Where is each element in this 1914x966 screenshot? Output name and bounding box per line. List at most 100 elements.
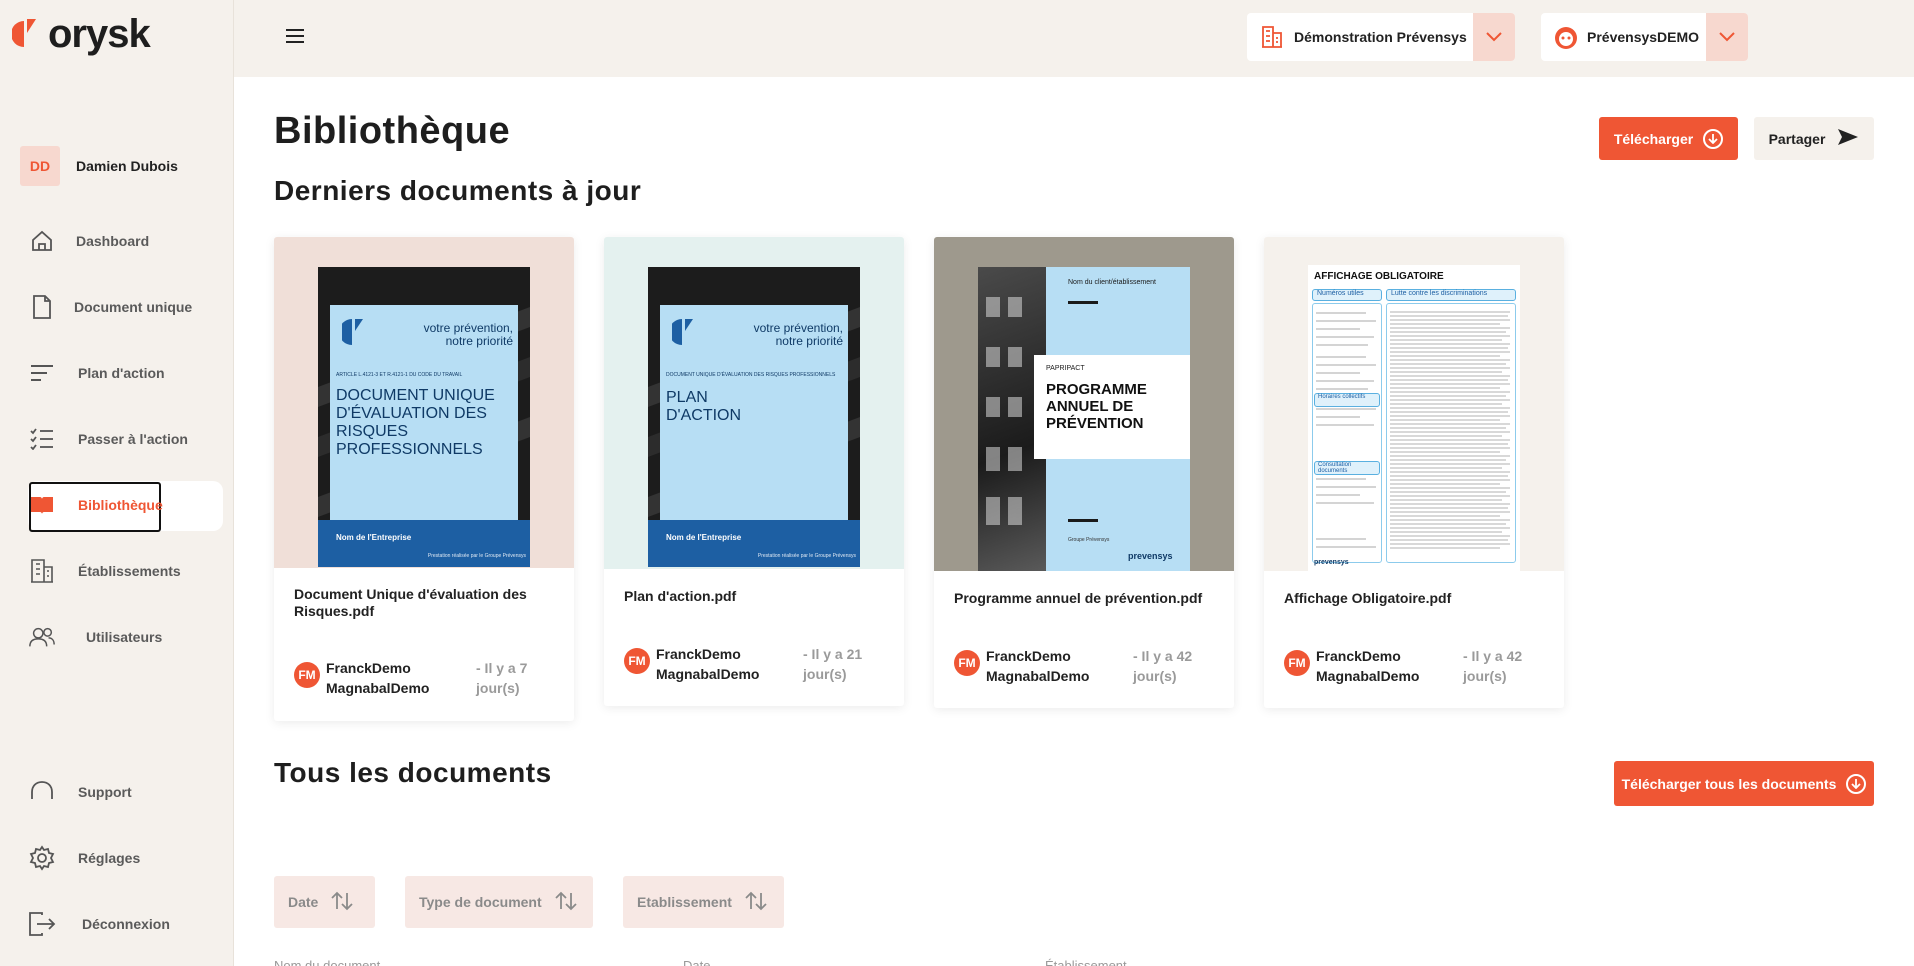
document-name[interactable]: Document Unique d'évaluation des Risques… bbox=[294, 586, 554, 620]
document-author: FM FranckDemo MagnabalDemo bbox=[624, 644, 796, 684]
download-icon bbox=[1846, 773, 1867, 794]
avatar: DD bbox=[20, 146, 60, 186]
filter-type-document[interactable]: Type de document bbox=[405, 876, 593, 928]
author-name: FranckDemo MagnabalDemo bbox=[326, 660, 430, 696]
filter-label: Date bbox=[288, 894, 319, 910]
chevron-down-icon[interactable] bbox=[1473, 13, 1515, 61]
sidebar-item-etablissements[interactable]: Établissements bbox=[28, 547, 224, 595]
cover-box-label: Horaires collectifs bbox=[1314, 393, 1380, 407]
author-avatar: FM bbox=[954, 650, 980, 676]
page-title: Bibliothèque bbox=[274, 110, 511, 152]
document-name[interactable]: Programme annuel de prévention.pdf bbox=[954, 590, 1214, 607]
building-icon bbox=[1261, 25, 1283, 54]
organization-name: Démonstration Prévensys bbox=[1294, 29, 1467, 45]
recent-documents-title: Derniers documents à jour bbox=[274, 175, 642, 206]
sidebar: orysk DD Damien Dubois Dashboard Documen… bbox=[0, 0, 234, 966]
cover-title: DOCUMENT UNIQUE D'ÉVALUATION DES RISQUES… bbox=[336, 387, 495, 458]
sidebar-item-reglages[interactable]: Réglages bbox=[28, 834, 224, 882]
cover-tagline: votre prévention, notre priorité bbox=[423, 321, 513, 348]
author-avatar: FM bbox=[624, 648, 650, 674]
sidebar-item-plan-action[interactable]: Plan d'action bbox=[28, 349, 224, 397]
cover-title: AFFICHAGE OBLIGATOIRE bbox=[1314, 271, 1444, 282]
current-user[interactable]: DD Damien Dubois bbox=[20, 146, 178, 186]
share-button[interactable]: Partager bbox=[1754, 117, 1874, 160]
document-author: FM FranckDemo MagnabalDemo bbox=[294, 658, 466, 698]
gear-icon bbox=[28, 844, 56, 872]
document-age: - Il y a 42 jour(s) bbox=[1133, 648, 1193, 684]
brand-logo[interactable]: orysk bbox=[12, 12, 151, 56]
sidebar-item-deconnexion[interactable]: Déconnexion bbox=[28, 900, 224, 948]
headset-icon bbox=[28, 778, 56, 806]
account-name: PrévensysDEMO bbox=[1587, 29, 1700, 45]
all-documents-title: Tous les documents bbox=[274, 757, 552, 788]
organization-selector[interactable]: Démonstration Prévensys bbox=[1247, 13, 1515, 61]
user-name: Damien Dubois bbox=[76, 158, 178, 174]
document-card[interactable]: votre prévention, notre priorité ARTICLE… bbox=[274, 237, 574, 721]
menu-toggle-icon[interactable] bbox=[286, 29, 304, 43]
send-icon bbox=[1837, 128, 1859, 149]
account-selector[interactable]: PrévensysDEMO bbox=[1541, 13, 1748, 61]
logo-mark-icon bbox=[12, 19, 36, 47]
book-open-icon bbox=[28, 491, 56, 519]
sidebar-item-label: Déconnexion bbox=[82, 916, 170, 932]
sidebar-item-dashboard[interactable]: Dashboard bbox=[28, 217, 224, 265]
home-icon bbox=[28, 227, 56, 255]
column-header-name[interactable]: Nom du document bbox=[274, 958, 380, 966]
sort-icon bbox=[330, 891, 354, 914]
chevron-down-icon[interactable] bbox=[1706, 13, 1748, 61]
author-name: FranckDemo MagnabalDemo bbox=[1316, 648, 1420, 684]
checklist-icon bbox=[28, 425, 56, 453]
document-name[interactable]: Plan d'action.pdf bbox=[624, 588, 884, 605]
brand-name: orysk bbox=[48, 12, 151, 56]
sidebar-item-support[interactable]: Support bbox=[28, 768, 224, 816]
download-label: Télécharger bbox=[1613, 130, 1694, 147]
document-thumbnail: votre prévention, notre priorité ARTICLE… bbox=[274, 237, 574, 568]
document-age: - Il y a 42 jour(s) bbox=[1463, 648, 1523, 684]
logout-icon bbox=[28, 910, 56, 938]
sidebar-item-bibliotheque[interactable]: Bibliothèque bbox=[28, 481, 224, 529]
document-card[interactable]: votre prévention, notre priorité DOCUMEN… bbox=[604, 237, 904, 706]
cover-title: PROGRAMME ANNUEL DE PRÉVENTION bbox=[1046, 381, 1147, 432]
document-thumbnail: AFFICHAGE OBLIGATOIRE Numéros utiles Lut… bbox=[1264, 237, 1564, 571]
cover-tagline: votre prévention, notre priorité bbox=[753, 321, 843, 348]
filter-etablissement[interactable]: Etablissement bbox=[623, 876, 784, 928]
filter-date[interactable]: Date bbox=[274, 876, 375, 928]
sidebar-item-label: Passer à l'action bbox=[78, 431, 188, 447]
download-button[interactable]: Télécharger bbox=[1599, 117, 1738, 160]
cover-image: Nom du client/établissement PAPRIPACT PR… bbox=[978, 267, 1190, 571]
document-card[interactable]: Nom du client/établissement PAPRIPACT PR… bbox=[934, 237, 1234, 708]
sidebar-item-label: Établissements bbox=[78, 563, 181, 579]
cover-footer: Prestation réalisée par le Groupe Préven… bbox=[757, 553, 856, 559]
cover-box-label: Lutte contre les discriminations bbox=[1386, 289, 1516, 301]
sidebar-item-utilisateurs[interactable]: Utilisateurs bbox=[28, 613, 224, 661]
cover-footer: Prestation réalisée par le Groupe Préven… bbox=[427, 553, 526, 559]
cover-box-label: Numéros utiles bbox=[1312, 289, 1382, 301]
download-all-label: Télécharger tous les documents bbox=[1621, 775, 1837, 792]
document-age: - Il y a 21 jour(s) bbox=[803, 646, 863, 682]
document-author: FM FranckDemo MagnabalDemo bbox=[1284, 646, 1456, 686]
column-header-date[interactable]: Date bbox=[683, 958, 710, 966]
filter-label: Etablissement bbox=[637, 894, 732, 910]
sidebar-item-passer-action[interactable]: Passer à l'action bbox=[28, 415, 224, 463]
sidebar-item-document-unique[interactable]: Document unique bbox=[28, 283, 224, 331]
sidebar-item-label: Document unique bbox=[74, 299, 193, 315]
document-name[interactable]: Affichage Obligatoire.pdf bbox=[1284, 590, 1544, 607]
sort-icon bbox=[554, 891, 578, 914]
cover-image: AFFICHAGE OBLIGATOIRE Numéros utiles Lut… bbox=[1308, 265, 1520, 571]
cover-box-label: Consultation documents bbox=[1314, 461, 1380, 475]
filter-label: Type de document bbox=[419, 894, 542, 910]
document-thumbnail: votre prévention, notre priorité DOCUMEN… bbox=[604, 237, 904, 569]
author-avatar: FM bbox=[294, 662, 320, 688]
author-avatar: FM bbox=[1284, 650, 1310, 676]
download-all-button[interactable]: Télécharger tous les documents bbox=[1614, 761, 1874, 806]
cover-brand: prevensys bbox=[1314, 559, 1349, 566]
column-header-etablissement[interactable]: Établissement bbox=[1045, 958, 1127, 966]
document-thumbnail: Nom du client/établissement PAPRIPACT PR… bbox=[934, 237, 1234, 571]
document-card[interactable]: AFFICHAGE OBLIGATOIRE Numéros utiles Lut… bbox=[1264, 237, 1564, 708]
cover-top-line: Nom du client/établissement bbox=[1068, 279, 1156, 286]
cover-title: PLAN D'ACTION bbox=[666, 389, 742, 424]
cover-image: votre prévention, notre priorité DOCUMEN… bbox=[648, 267, 860, 567]
sidebar-item-label: Plan d'action bbox=[78, 365, 165, 381]
cover-small: Groupe Prévensys bbox=[1068, 537, 1110, 543]
sidebar-item-label: Dashboard bbox=[76, 233, 150, 249]
